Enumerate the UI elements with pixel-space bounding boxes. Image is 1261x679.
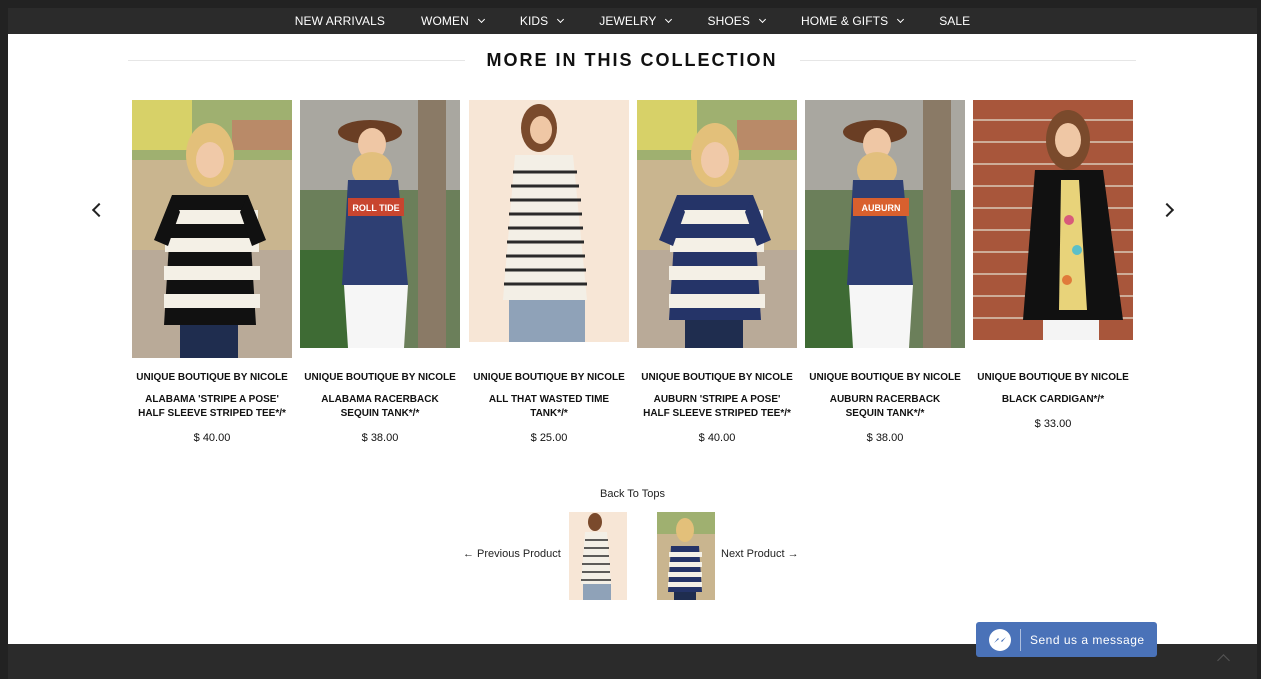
- product-name-line: ALL THAT WASTED TIME: [488, 394, 610, 405]
- messenger-button[interactable]: Send us a message: [976, 622, 1157, 657]
- nav-label: NEW ARRIVALS: [294, 14, 386, 28]
- product-card[interactable]: ROLL TIDE UNIQUE BOUTIQUE BY NICOLE ALAB…: [300, 100, 460, 444]
- product-name-line: SEQUIN TANK*/*: [845, 408, 925, 419]
- product-card[interactable]: UNIQUE BOUTIQUE BY NICOLE BLACK CARDIGAN…: [973, 100, 1133, 430]
- nav-kids[interactable]: KIDS: [502, 8, 581, 34]
- nav-label: HOME & GIFTS: [800, 14, 889, 28]
- previous-product-thumbnail[interactable]: [569, 512, 627, 600]
- next-product-link[interactable]: Next Product →: [721, 548, 799, 560]
- chevron-down-icon: [477, 15, 485, 24]
- product-card[interactable]: UNIQUE BOUTIQUE BY NICOLE ALABAMA 'STRIP…: [132, 100, 292, 444]
- product-name-line: AUBURN RACERBACK: [829, 394, 941, 405]
- prev-label: ← Previous Product: [463, 548, 561, 560]
- chevron-down-icon: [758, 15, 767, 24]
- chevron-down-icon: [665, 15, 673, 24]
- nav-home-gifts[interactable]: HOME & GIFTS: [783, 8, 921, 34]
- window-border: [0, 0, 1261, 8]
- product-name-line: ALABAMA 'STRIPE A POSE': [145, 394, 279, 405]
- product-image[interactable]: AUBURN: [805, 100, 965, 348]
- product-name[interactable]: ALABAMA 'STRIPE A POSE' HALF SLEEVE STRI…: [122, 393, 302, 421]
- product-image[interactable]: [132, 100, 292, 358]
- nav-women[interactable]: WOMEN: [403, 8, 502, 34]
- product-brand: UNIQUE BOUTIQUE BY NICOLE: [809, 372, 961, 383]
- product-price: $ 40.00: [698, 432, 736, 444]
- nav-label: SHOES: [707, 14, 750, 28]
- product-price: $ 38.00: [866, 432, 904, 444]
- product-price: $ 40.00: [193, 432, 231, 444]
- messenger-label: Send us a message: [1030, 632, 1145, 647]
- nav-new-arrivals[interactable]: NEW ARRIVALS: [277, 8, 403, 34]
- nav-shoes[interactable]: SHOES: [689, 8, 783, 34]
- messenger-icon: [989, 628, 1011, 651]
- product-name-line: ALABAMA RACERBACK: [321, 394, 439, 405]
- chevron-down-icon: [557, 15, 565, 24]
- divider: [1020, 628, 1021, 651]
- back-to-collection-link[interactable]: Back To Tops: [8, 488, 1257, 500]
- product-name[interactable]: AUBURN RACERBACK SEQUIN TANK*/*: [795, 393, 975, 421]
- product-name[interactable]: AUBURN 'STRIPE A POSE' HALF SLEEVE STRIP…: [627, 393, 807, 421]
- product-image[interactable]: [469, 100, 629, 342]
- divider: [799, 59, 1136, 61]
- product-brand: UNIQUE BOUTIQUE BY NICOLE: [304, 372, 456, 383]
- product-name-line: TANK*/*: [530, 408, 568, 419]
- product-name-line: HALF SLEEVE STRIPED TEE*/*: [643, 408, 791, 419]
- page-frame: NEW ARRIVALS WOMEN KIDS JEWELRY SHOES HO…: [8, 8, 1257, 679]
- product-price: $ 33.00: [1034, 418, 1072, 430]
- product-card[interactable]: AUBURN UNIQUE BOUTIQUE BY NICOLE AUBURN …: [805, 100, 965, 444]
- product-brand: UNIQUE BOUTIQUE BY NICOLE: [977, 372, 1129, 383]
- product-image[interactable]: [973, 100, 1133, 340]
- nav-jewelry[interactable]: JEWELRY: [581, 8, 689, 34]
- next-product-thumbnail[interactable]: [657, 512, 715, 600]
- collection-heading: MORE IN THIS COLLECTION: [128, 46, 1136, 74]
- next-label: Next Product →: [721, 548, 799, 560]
- section-title: MORE IN THIS COLLECTION: [486, 49, 778, 70]
- nav-label: KIDS: [519, 14, 549, 28]
- product-price: $ 25.00: [530, 432, 568, 444]
- product-price: $ 38.00: [361, 432, 399, 444]
- nav-label: WOMEN: [421, 14, 469, 28]
- nav-label: JEWELRY: [599, 14, 657, 28]
- product-card[interactable]: UNIQUE BOUTIQUE BY NICOLE ALL THAT WASTE…: [469, 100, 629, 444]
- shirt-text: AUBURN: [862, 203, 901, 213]
- window-border: [0, 0, 8, 679]
- product-name[interactable]: BLACK CARDIGAN*/*: [963, 393, 1143, 407]
- chevron-left-icon[interactable]: [91, 202, 107, 218]
- nav-sale[interactable]: SALE: [921, 8, 988, 34]
- product-name-line: AUBURN 'STRIPE A POSE': [653, 394, 781, 405]
- back-label: Back To Tops: [599, 488, 666, 500]
- product-name-line: SEQUIN TANK*/*: [340, 408, 420, 419]
- product-brand: UNIQUE BOUTIQUE BY NICOLE: [641, 372, 793, 383]
- product-image[interactable]: [637, 100, 797, 348]
- product-name[interactable]: ALABAMA RACERBACK SEQUIN TANK*/*: [290, 393, 470, 421]
- product-brand: UNIQUE BOUTIQUE BY NICOLE: [136, 372, 288, 383]
- product-name-line: BLACK CARDIGAN*/*: [1001, 394, 1105, 405]
- divider: [128, 59, 465, 61]
- nav-label: SALE: [939, 14, 971, 28]
- shirt-text: ROLL TIDE: [352, 203, 399, 213]
- chevron-right-icon[interactable]: [1159, 202, 1175, 218]
- previous-product-link[interactable]: ← Previous Product: [463, 548, 561, 560]
- product-brand: UNIQUE BOUTIQUE BY NICOLE: [473, 372, 625, 383]
- window-border: [1257, 0, 1261, 679]
- main-nav: NEW ARRIVALS WOMEN KIDS JEWELRY SHOES HO…: [8, 8, 1257, 34]
- product-image[interactable]: ROLL TIDE: [300, 100, 460, 348]
- product-name[interactable]: ALL THAT WASTED TIME TANK*/*: [459, 393, 639, 421]
- product-name-line: HALF SLEEVE STRIPED TEE*/*: [138, 408, 286, 419]
- chevron-down-icon: [897, 15, 905, 24]
- product-card[interactable]: UNIQUE BOUTIQUE BY NICOLE AUBURN 'STRIPE…: [637, 100, 797, 444]
